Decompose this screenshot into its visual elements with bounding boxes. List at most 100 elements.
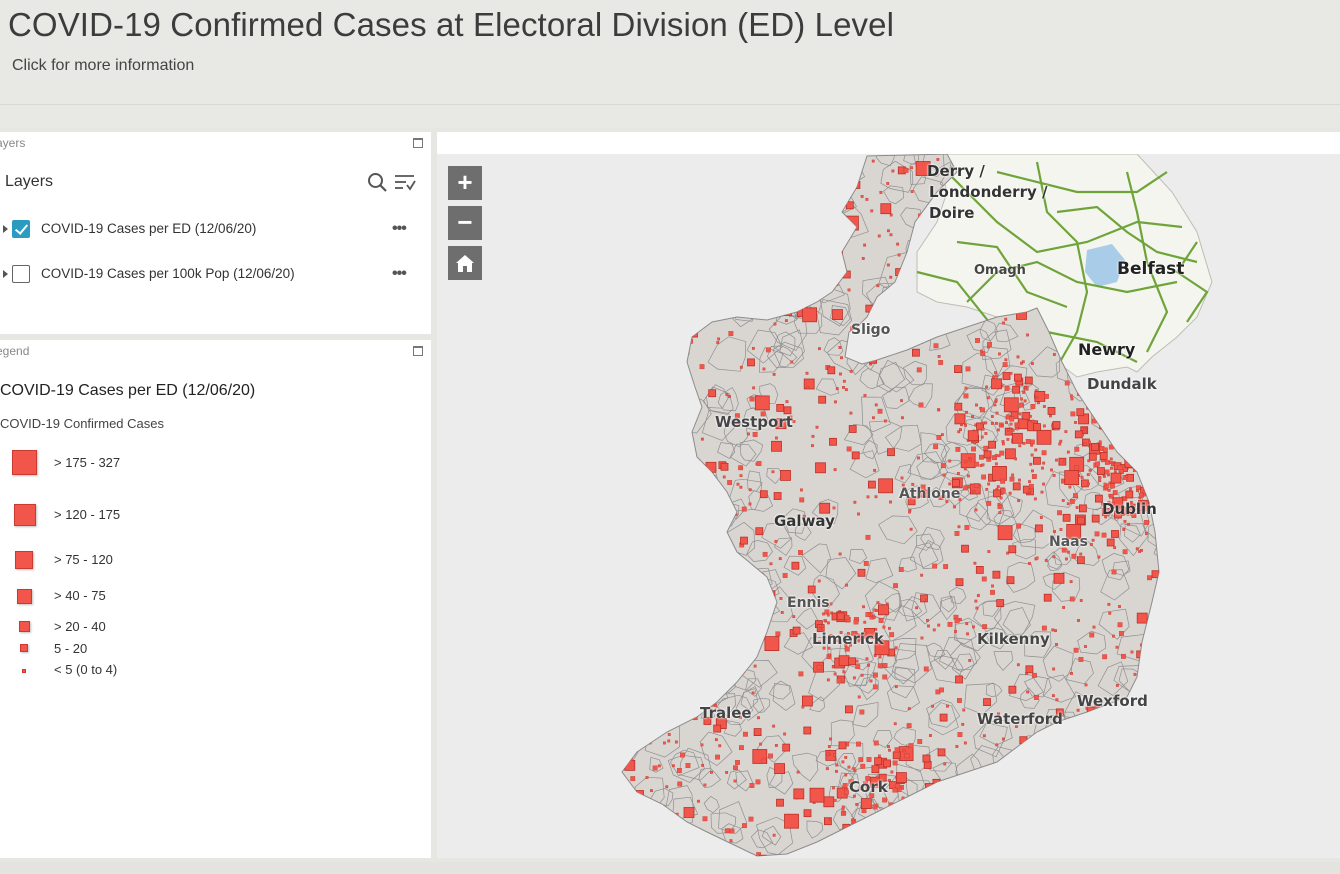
case-symbol[interactable] <box>1077 619 1080 622</box>
case-symbol[interactable] <box>917 835 926 843</box>
case-symbol[interactable] <box>975 806 979 810</box>
case-symbol[interactable] <box>799 497 805 503</box>
case-symbol[interactable] <box>1101 532 1107 538</box>
case-symbol[interactable] <box>972 490 976 493</box>
case-symbol[interactable] <box>1152 156 1156 160</box>
case-symbol[interactable] <box>869 355 878 364</box>
case-symbol[interactable] <box>638 164 642 168</box>
case-symbol[interactable] <box>811 444 814 448</box>
case-symbol[interactable] <box>628 427 632 431</box>
case-symbol[interactable] <box>633 274 637 277</box>
case-symbol[interactable] <box>798 195 802 199</box>
case-symbol[interactable] <box>676 768 682 773</box>
case-symbol[interactable] <box>1054 629 1057 633</box>
case-symbol[interactable] <box>1084 683 1088 687</box>
case-symbol[interactable] <box>761 608 770 616</box>
case-symbol[interactable] <box>1113 443 1117 447</box>
case-symbol[interactable] <box>693 849 697 853</box>
case-symbol[interactable] <box>1044 393 1049 399</box>
case-symbol[interactable] <box>759 599 764 605</box>
case-symbol[interactable] <box>1026 690 1030 694</box>
maximize-icon[interactable] <box>413 346 423 356</box>
case-symbol[interactable] <box>1164 485 1167 488</box>
case-symbol[interactable] <box>748 488 752 492</box>
case-symbol[interactable] <box>857 512 860 516</box>
case-symbol[interactable] <box>923 761 932 769</box>
case-symbol[interactable] <box>665 785 669 789</box>
case-symbol[interactable] <box>909 527 913 531</box>
case-symbol[interactable] <box>1011 428 1015 432</box>
case-symbol[interactable] <box>1124 457 1136 469</box>
case-symbol[interactable] <box>715 754 720 760</box>
case-symbol[interactable] <box>892 787 898 793</box>
case-symbol[interactable] <box>818 395 827 404</box>
case-symbol[interactable] <box>748 816 754 822</box>
case-symbol[interactable] <box>796 199 802 204</box>
case-symbol[interactable] <box>1162 534 1165 537</box>
case-symbol[interactable] <box>648 520 654 526</box>
case-symbol[interactable] <box>675 515 684 524</box>
case-symbol[interactable] <box>893 722 897 726</box>
case-symbol[interactable] <box>842 670 846 674</box>
case-symbol[interactable] <box>1111 836 1114 840</box>
case-symbol[interactable] <box>772 372 776 376</box>
case-symbol[interactable] <box>938 360 944 365</box>
case-symbol[interactable] <box>968 659 972 662</box>
case-symbol[interactable] <box>870 814 876 820</box>
case-symbol[interactable] <box>1102 447 1108 453</box>
case-symbol[interactable] <box>1071 553 1077 559</box>
case-symbol[interactable] <box>683 807 695 818</box>
case-symbol[interactable] <box>879 191 883 194</box>
case-symbol[interactable] <box>896 242 900 246</box>
case-symbol[interactable] <box>664 542 668 546</box>
case-symbol[interactable] <box>1067 550 1070 554</box>
case-symbol[interactable] <box>756 176 760 180</box>
case-symbol[interactable] <box>1099 421 1108 430</box>
case-symbol[interactable] <box>753 211 765 223</box>
case-symbol[interactable] <box>735 637 741 642</box>
case-symbol[interactable] <box>1081 433 1085 437</box>
case-symbol[interactable] <box>875 803 879 807</box>
case-symbol[interactable] <box>882 797 888 803</box>
case-symbol[interactable] <box>630 776 636 782</box>
case-symbol[interactable] <box>652 490 656 494</box>
case-symbol[interactable] <box>1125 475 1129 478</box>
case-symbol[interactable] <box>1053 747 1057 751</box>
case-symbol[interactable] <box>755 527 764 536</box>
case-symbol[interactable] <box>1022 411 1031 420</box>
case-symbol[interactable] <box>662 503 665 507</box>
case-symbol[interactable] <box>1089 632 1095 638</box>
case-symbol[interactable] <box>679 224 683 228</box>
case-symbol[interactable] <box>1125 490 1134 499</box>
case-symbol[interactable] <box>769 194 773 198</box>
map-view[interactable]: + − Derry / Londonderry / Doire Omagh Be… <box>437 132 1340 858</box>
case-symbol[interactable] <box>863 393 867 397</box>
case-symbol[interactable] <box>947 621 953 627</box>
case-symbol[interactable] <box>805 371 809 375</box>
case-symbol[interactable] <box>1001 442 1005 446</box>
case-symbol[interactable] <box>1088 440 1091 444</box>
case-symbol[interactable] <box>836 181 848 193</box>
case-symbol[interactable] <box>677 678 681 682</box>
case-symbol[interactable] <box>1157 478 1165 486</box>
case-symbol[interactable] <box>920 636 924 640</box>
case-symbol[interactable] <box>790 360 794 364</box>
case-symbol[interactable] <box>870 209 874 213</box>
case-symbol[interactable] <box>1035 396 1039 399</box>
case-symbol[interactable] <box>683 322 698 338</box>
case-symbol[interactable] <box>1059 528 1063 531</box>
case-symbol[interactable] <box>964 423 967 427</box>
case-symbol[interactable] <box>1112 490 1118 496</box>
case-symbol[interactable] <box>671 332 675 336</box>
case-symbol[interactable] <box>987 550 991 553</box>
case-symbol[interactable] <box>1140 795 1146 801</box>
case-symbol[interactable] <box>982 624 988 630</box>
case-symbol[interactable] <box>1069 394 1073 398</box>
case-symbol[interactable] <box>1020 361 1023 365</box>
case-symbol[interactable] <box>751 310 754 314</box>
case-symbol[interactable] <box>823 796 835 808</box>
case-symbol[interactable] <box>1074 430 1083 439</box>
case-symbol[interactable] <box>964 525 970 530</box>
case-symbol[interactable] <box>922 754 931 763</box>
case-symbol[interactable] <box>964 386 968 390</box>
